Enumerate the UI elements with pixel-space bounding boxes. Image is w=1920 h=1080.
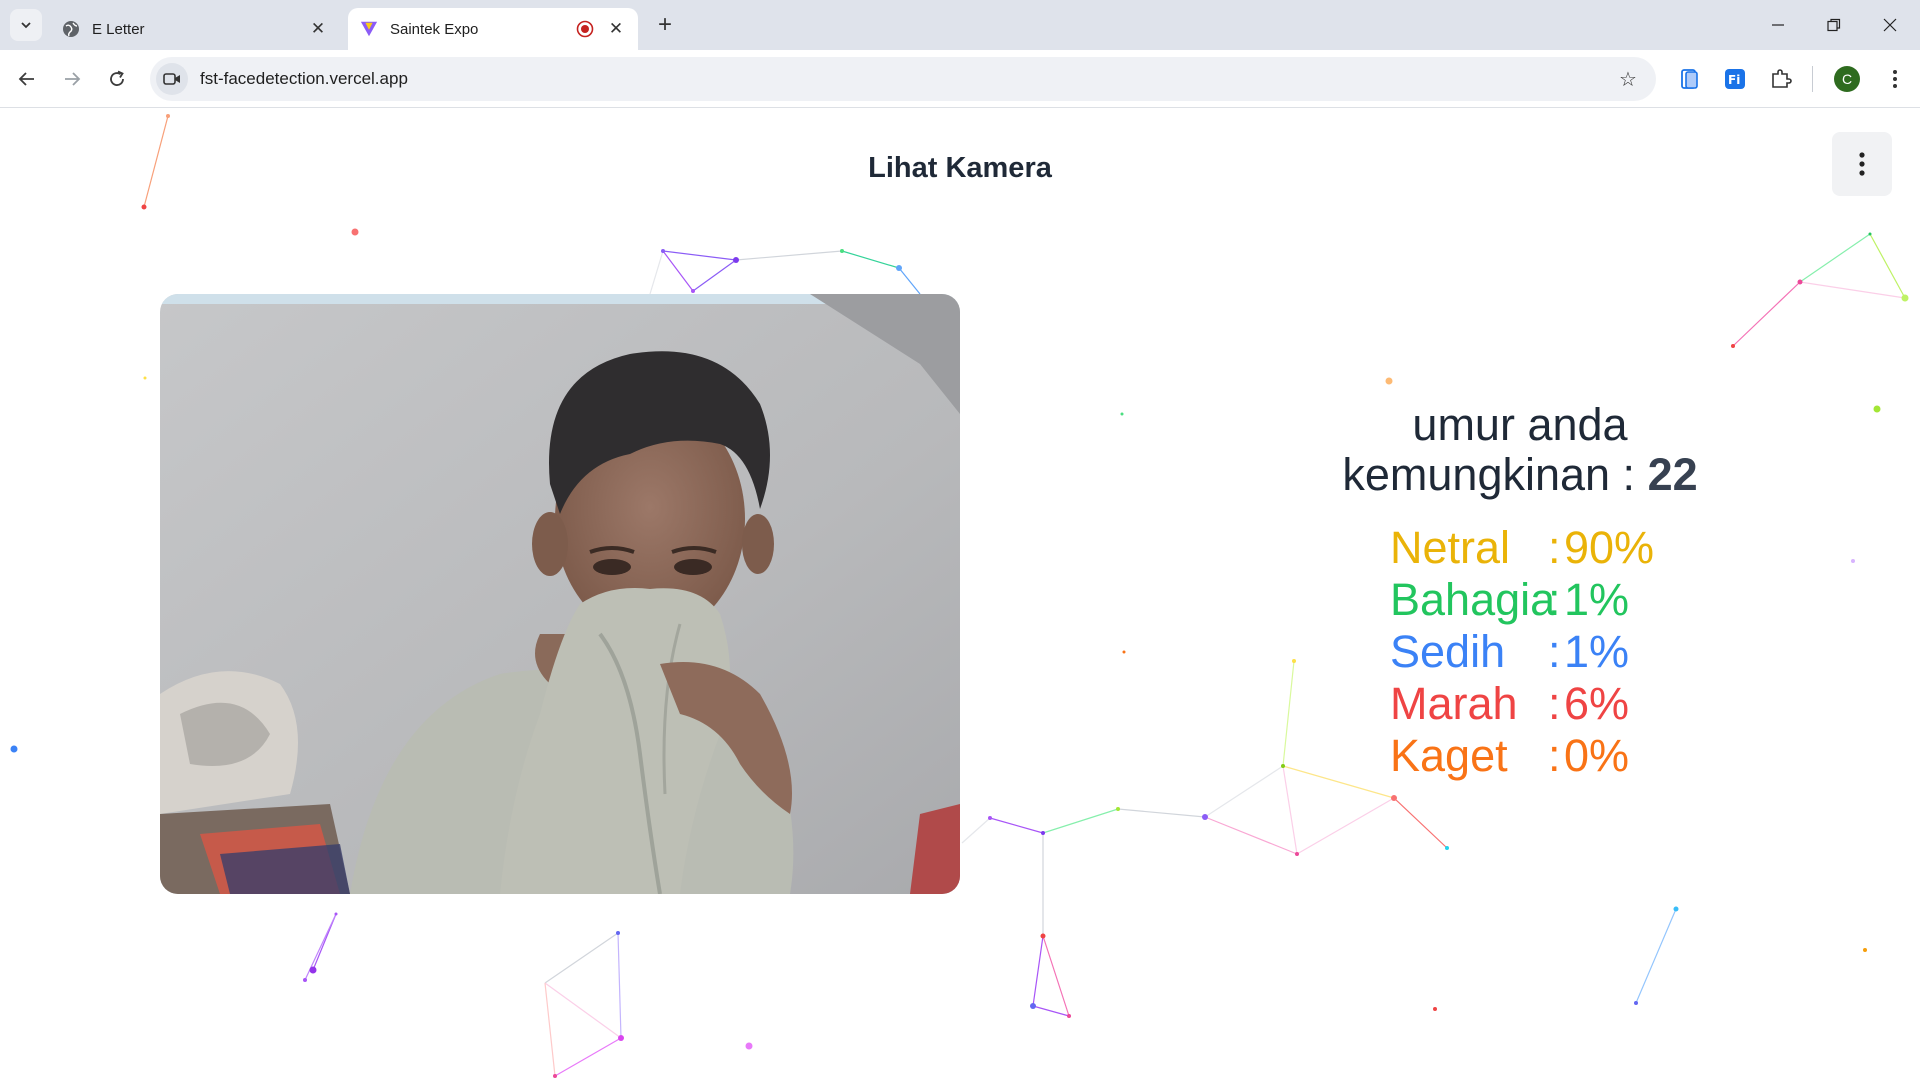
chevron-down-icon bbox=[21, 22, 31, 29]
close-icon[interactable]: ✕ bbox=[606, 19, 626, 39]
age-prediction: kemungkinan : 22 bbox=[1300, 450, 1740, 500]
new-tab-button[interactable]: + bbox=[650, 10, 680, 40]
tab-e-letter[interactable]: E Letter ✕ bbox=[50, 8, 340, 50]
arrow-left-icon bbox=[18, 72, 34, 86]
tab-label: E Letter bbox=[92, 20, 145, 38]
close-icon[interactable]: ✕ bbox=[308, 19, 328, 39]
emotion-name: Bahagia bbox=[1390, 574, 1556, 625]
tab-label: Saintek Expo bbox=[390, 20, 479, 38]
emotion-netral: Netral:90% bbox=[1390, 522, 1655, 573]
emotion-value: 1% bbox=[1564, 574, 1630, 625]
page-content: Lihat Kamera umur anda kemungkinan: 22 … bbox=[0, 108, 1920, 1080]
reload-button[interactable] bbox=[100, 62, 134, 96]
profile-avatar[interactable]: C bbox=[1834, 66, 1860, 92]
browser-toolbar: fst-facedetection.vercel.app ☆ Fi bbox=[0, 50, 1920, 108]
arrow-right-icon bbox=[65, 72, 81, 86]
address-bar[interactable]: fst-facedetection.vercel.app ☆ bbox=[150, 57, 1656, 101]
browser-menu-icon[interactable] bbox=[1880, 64, 1910, 94]
toolbar-divider bbox=[1812, 66, 1813, 92]
emotion-value: 6% bbox=[1564, 678, 1630, 729]
emotion-value: 90% bbox=[1564, 522, 1655, 573]
emotion-bahagia: Bahagia:1% bbox=[1390, 574, 1630, 625]
page-title: Lihat Kamera bbox=[868, 152, 1052, 184]
vite-logo-icon bbox=[360, 20, 378, 38]
emotion-kaget: Kaget:0% bbox=[1390, 730, 1630, 781]
extension-translate-icon[interactable]: Fi bbox=[1720, 64, 1750, 94]
emotion-name: Netral bbox=[1390, 522, 1511, 573]
globe-icon bbox=[62, 20, 80, 38]
recording-icon bbox=[576, 20, 594, 38]
emotion-value: 1% bbox=[1564, 626, 1630, 677]
more-options-button[interactable] bbox=[1832, 132, 1892, 196]
emotion-list: Netral:90% Bahagia:1% Sedih:1% Marah:6% … bbox=[1390, 522, 1740, 782]
camera-icon[interactable] bbox=[156, 63, 188, 95]
emotion-marah: Marah:6% bbox=[1390, 678, 1630, 729]
restore-icon bbox=[1827, 18, 1841, 32]
reload-icon bbox=[110, 70, 124, 86]
tab-saintek-expo[interactable]: Saintek Expo ✕ bbox=[348, 8, 638, 50]
extension-book-icon[interactable] bbox=[1675, 64, 1705, 94]
tab-search-button[interactable] bbox=[10, 9, 42, 41]
age-label: umur anda bbox=[1412, 399, 1628, 450]
restore-button[interactable] bbox=[1806, 0, 1862, 50]
emotion-name: Kaget bbox=[1390, 730, 1508, 781]
extensions-puzzle-icon[interactable] bbox=[1766, 64, 1796, 94]
webcam-video-image bbox=[160, 294, 960, 894]
bookmark-star-icon[interactable]: ☆ bbox=[1610, 61, 1646, 97]
age-value: 22 bbox=[1647, 449, 1698, 500]
kebab-menu-icon bbox=[1859, 152, 1865, 176]
minimize-icon bbox=[1772, 24, 1784, 26]
minimize-button[interactable] bbox=[1750, 0, 1806, 50]
age-prefix: kemungkinan : bbox=[1342, 449, 1648, 500]
close-window-button[interactable] bbox=[1862, 0, 1918, 50]
tab-strip: E Letter ✕ Saintek Expo ✕ + bbox=[0, 0, 1920, 50]
emotion-name: Sedih bbox=[1390, 626, 1506, 677]
emotion-value: 0% bbox=[1564, 730, 1630, 781]
camera-feed bbox=[160, 294, 960, 894]
emotion-sedih: Sedih:1% bbox=[1390, 626, 1630, 677]
forward-button[interactable] bbox=[55, 62, 89, 96]
emotion-name: Marah bbox=[1390, 678, 1518, 729]
svg-text:Fi: Fi bbox=[1728, 73, 1740, 87]
url-text[interactable]: fst-facedetection.vercel.app bbox=[200, 69, 1610, 89]
close-icon bbox=[1883, 18, 1897, 32]
prediction-result: umur anda kemungkinan : 22 Netral:90% Ba… bbox=[1300, 400, 1740, 782]
back-button[interactable] bbox=[10, 62, 44, 96]
